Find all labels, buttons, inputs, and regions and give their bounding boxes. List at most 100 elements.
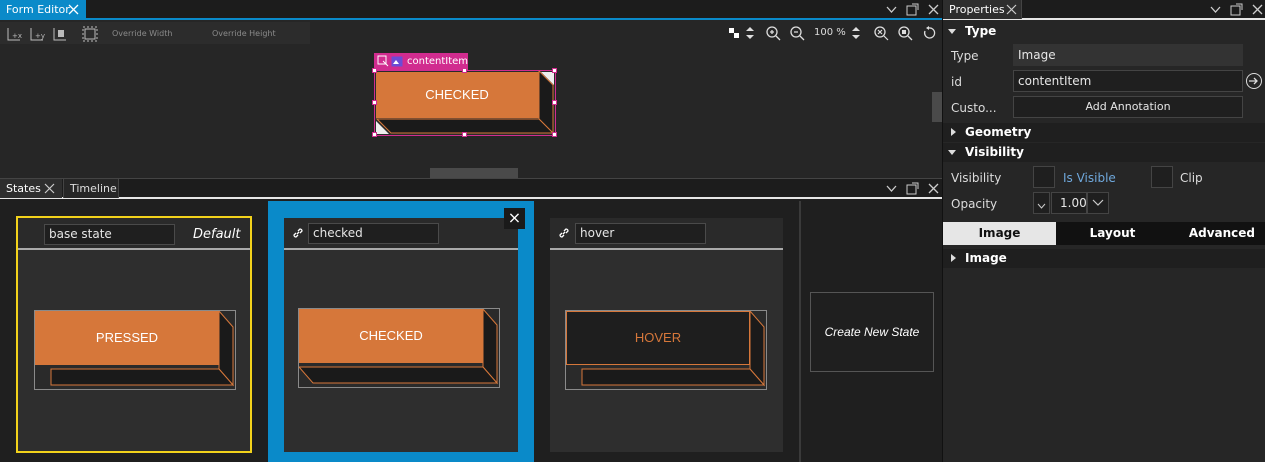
resize-handle[interactable] <box>552 68 557 73</box>
close-state-button[interactable]: × <box>504 208 525 229</box>
zoom-selection-icon[interactable] <box>897 25 913 41</box>
add-annotation-button[interactable]: Add Annotation <box>1013 96 1243 118</box>
image-type-icon <box>391 56 403 67</box>
chevron-down-icon[interactable] <box>885 3 898 16</box>
tab-properties-label: Properties <box>949 3 1005 16</box>
resize-handle[interactable] <box>552 132 557 137</box>
horizontal-scrollbar[interactable] <box>430 168 518 178</box>
close-icon[interactable] <box>1251 3 1264 16</box>
state-preview: PRESSED <box>34 310 236 390</box>
state-card-checked[interactable]: checked × CHECKED <box>268 201 534 462</box>
section-image[interactable]: Image <box>965 251 1007 265</box>
float-window-icon[interactable] <box>906 3 919 16</box>
id-label: id <box>951 75 962 89</box>
close-icon[interactable] <box>927 182 940 195</box>
tab-properties[interactable]: Properties <box>943 0 1022 19</box>
float-window-icon[interactable] <box>1230 3 1243 16</box>
subtab-advanced[interactable]: Advanced <box>1169 222 1265 245</box>
stepper-icon[interactable] <box>745 26 755 40</box>
state-name-field[interactable]: checked <box>308 223 439 244</box>
opacity-label: Opacity <box>951 197 998 211</box>
tab-timeline[interactable]: Timeline <box>63 179 119 198</box>
is-visible-checkbox[interactable] <box>1033 166 1055 188</box>
select-icon <box>377 55 389 67</box>
anchor-icon[interactable] <box>52 26 68 42</box>
collapsed-arrow-icon[interactable] <box>949 128 957 136</box>
state-card-hover[interactable]: hover HOVER <box>550 218 783 452</box>
resize-handle[interactable] <box>462 132 467 137</box>
opacity-slider-button[interactable] <box>1033 192 1050 214</box>
is-visible-label[interactable]: Is Visible <box>1063 171 1116 185</box>
type-label: Type <box>951 49 979 63</box>
tab-states[interactable]: States <box>0 179 62 198</box>
states-tabbar <box>0 178 942 199</box>
checker-background-icon[interactable] <box>729 28 739 38</box>
state-card-base[interactable]: base state Default PRESSED <box>16 216 252 453</box>
tab-form-editor[interactable]: Form Editor <box>0 0 86 19</box>
canvas-button-text: CHECKED <box>425 87 489 102</box>
zoom-in-icon[interactable] <box>765 25 781 41</box>
clip-label: Clip <box>1180 171 1203 185</box>
close-icon[interactable] <box>44 183 55 194</box>
resize-handle[interactable] <box>372 132 377 137</box>
properties-panel: Properties Type Type Image id contentIte… <box>943 0 1265 462</box>
tab-form-editor-label: Form Editor <box>6 3 70 16</box>
fit-height-icon[interactable]: +y <box>29 26 45 42</box>
link-icon <box>559 228 569 238</box>
section-visibility[interactable]: Visibility <box>965 145 1024 159</box>
fit-width-icon[interactable]: +x <box>6 26 22 42</box>
export-icon[interactable] <box>1245 72 1263 90</box>
id-input[interactable]: contentItem <box>1013 70 1243 92</box>
state-divider <box>799 201 801 462</box>
stepper-icon[interactable] <box>851 26 861 40</box>
resize-handle[interactable] <box>552 100 557 105</box>
float-window-icon[interactable] <box>906 182 919 195</box>
item-label-tag[interactable]: contentItem <box>374 53 468 70</box>
svg-text:+x: +x <box>12 32 22 40</box>
visibility-label: Visibility <box>951 171 1002 185</box>
clip-checkbox[interactable] <box>1151 166 1173 188</box>
link-icon <box>293 228 303 238</box>
resize-handle[interactable] <box>462 68 467 73</box>
opacity-input[interactable]: 1.00 <box>1051 192 1087 214</box>
tab-states-label: States <box>6 182 41 195</box>
collapsed-arrow-icon[interactable] <box>949 254 957 262</box>
section-geometry[interactable]: Geometry <box>965 125 1031 139</box>
chevron-down-icon <box>1092 199 1104 206</box>
create-new-state-button[interactable]: Create New State <box>810 292 934 372</box>
override-width-field[interactable]: Override Width <box>112 29 172 38</box>
default-tag: Default <box>193 227 241 242</box>
resize-handle[interactable] <box>372 68 377 73</box>
reset-view-icon[interactable] <box>82 26 98 42</box>
vertical-scrollbar[interactable] <box>932 92 942 122</box>
states-window-controls <box>885 180 940 197</box>
zoom-fit-icon[interactable] <box>873 25 889 41</box>
expand-arrow-icon[interactable] <box>948 148 956 156</box>
close-icon[interactable] <box>927 3 940 16</box>
opacity-dropdown[interactable] <box>1087 192 1109 214</box>
zoom-out-icon[interactable] <box>789 25 805 41</box>
state-name-field[interactable]: base state <box>44 224 175 245</box>
close-icon[interactable] <box>68 4 79 15</box>
state-name-field[interactable]: hover <box>575 223 706 244</box>
resize-handle[interactable] <box>372 100 377 105</box>
preview-text: PRESSED <box>95 330 159 345</box>
reset-icon[interactable] <box>922 26 936 40</box>
section-type[interactable]: Type <box>965 24 996 38</box>
form-editor-window-controls <box>885 1 940 18</box>
close-icon[interactable] <box>1006 4 1017 15</box>
override-height-field[interactable]: Override Height <box>212 29 276 38</box>
properties-window-controls <box>1209 1 1264 18</box>
chevron-down-icon <box>1037 203 1046 209</box>
preview-text: HOVER <box>634 330 682 345</box>
chevron-down-icon[interactable] <box>885 182 898 195</box>
zoom-level[interactable]: 100 % <box>814 27 846 38</box>
expand-arrow-icon[interactable] <box>948 27 956 35</box>
chevron-down-icon[interactable] <box>1209 3 1222 16</box>
create-new-state-label: Create New State <box>824 325 920 339</box>
type-value-field[interactable]: Image <box>1013 44 1243 66</box>
subtab-layout[interactable]: Layout <box>1056 222 1169 245</box>
state-preview: CHECKED <box>298 308 500 388</box>
subtab-image[interactable]: Image <box>943 222 1056 245</box>
canvas-selected-item[interactable]: CHECKED <box>372 68 557 137</box>
